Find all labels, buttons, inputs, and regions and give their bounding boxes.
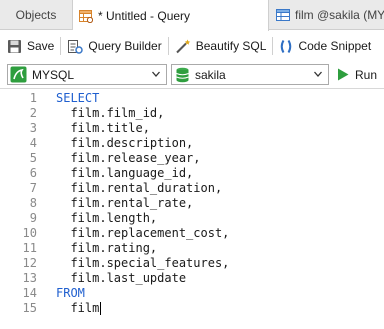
toolbar-divider [60,37,62,55]
code-line[interactable]: 13 film.last_update [0,271,384,286]
tab-film-sakila-label: film @sakila (MY [295,8,384,22]
code-snippet-button[interactable]: Code Snippet [279,31,371,61]
code-line[interactable]: 7 film.rental_duration, [0,181,384,196]
query-builder-icon [68,39,84,54]
tab-bar: Objects * Untitled - Query film @sakila … [0,0,384,31]
line-number: 2 [29,106,37,120]
database-value: sakila [195,67,226,82]
line-number: 4 [29,136,37,150]
tab-untitled-query-label: * Untitled - Query [98,8,191,23]
sql-keyword: FROM [56,286,85,300]
text-cursor [100,302,101,315]
database-icon [176,67,189,82]
line-number: 8 [29,196,37,210]
sql-text: film.last_update [56,271,187,285]
sql-text: film.release_year, [56,151,201,165]
code-snippet-icon [281,39,292,53]
sql-text: film [56,301,100,315]
sql-text: film.rental_rate, [56,196,194,210]
sql-text: film.rental_duration, [56,181,223,195]
save-label: Save [27,39,55,53]
sql-text: film.film_id, [56,106,165,120]
toolbar-divider [167,37,169,55]
code-line[interactable]: 15 film [0,301,384,316]
code-line[interactable]: 14 FROM [0,286,384,301]
line-number: 12 [22,256,37,270]
line-number: 9 [29,211,37,225]
tab-objects-label: Objects [15,8,57,22]
line-number: 5 [29,151,37,165]
run-label: Run [355,67,378,82]
query-builder-button[interactable]: Query Builder [67,31,162,61]
code-line[interactable]: 1 SELECT [0,91,384,106]
play-icon [338,68,349,81]
line-number: 15 [22,301,37,315]
code-line[interactable]: 11 film.rating, [0,241,384,256]
line-number: 1 [29,91,37,105]
code-line[interactable]: 4 film.description, [0,136,384,151]
database-select[interactable]: sakila [171,64,329,85]
tab-objects[interactable]: Objects [0,0,73,30]
line-number: 7 [29,181,37,195]
sql-text: film.special_features, [56,256,230,270]
line-number: 6 [29,166,37,180]
beautify-sql-button[interactable]: Beautify SQL [175,31,267,61]
connection-value: MYSQL [32,67,75,82]
code-line[interactable]: 8 film.rental_rate, [0,196,384,211]
sql-text: film.language_id, [56,166,194,180]
query-toolbar: Save Query Builder Beautify SQL Code Sni… [0,31,384,61]
chevron-down-icon [152,71,160,77]
line-number: 11 [22,241,37,255]
toolbar-divider [272,37,274,55]
code-line[interactable]: 2 film.film_id, [0,106,384,121]
tab-untitled-query[interactable]: * Untitled - Query [73,0,269,31]
code-line[interactable]: 6 film.language_id, [0,166,384,181]
save-icon [8,39,21,53]
connection-bar: MYSQL sakila Run [0,61,384,89]
magic-wand-icon [176,39,190,53]
sql-text: film.description, [56,136,194,150]
line-number: 14 [22,286,37,300]
code-snippet-label: Code Snippet [298,39,372,53]
beautify-sql-label: Beautify SQL [195,39,267,53]
sql-text: film.replacement_cost, [56,226,230,240]
mysql-connection-icon [10,66,27,83]
query-builder-label: Query Builder [88,39,162,53]
sql-text: film.rating, [56,241,158,255]
sql-text: film.title, [56,121,150,135]
sql-keyword: SELECT [56,91,100,105]
sql-text: film.length, [56,211,158,225]
line-number: 10 [22,226,37,240]
table-icon [276,9,290,21]
run-button[interactable]: Run [337,64,377,85]
line-number: 3 [29,121,37,135]
chevron-down-icon [314,71,322,77]
sql-editor[interactable]: 1 SELECT 2 film.film_id, 3 film.title, 4 fil… [0,89,384,329]
code-line[interactable]: 9 film.length, [0,211,384,226]
connection-select[interactable]: MYSQL [7,64,167,85]
code-line[interactable]: 12 film.special_features, [0,256,384,271]
line-number: 13 [22,271,37,285]
code-line[interactable]: 5 film.release_year, [0,151,384,166]
query-table-icon [79,9,93,23]
code-line[interactable]: 10 film.replacement_cost, [0,226,384,241]
save-button[interactable]: Save [7,31,54,61]
code-line[interactable]: 3 film.title, [0,121,384,136]
tab-film-sakila[interactable]: film @sakila (MY [270,0,384,30]
